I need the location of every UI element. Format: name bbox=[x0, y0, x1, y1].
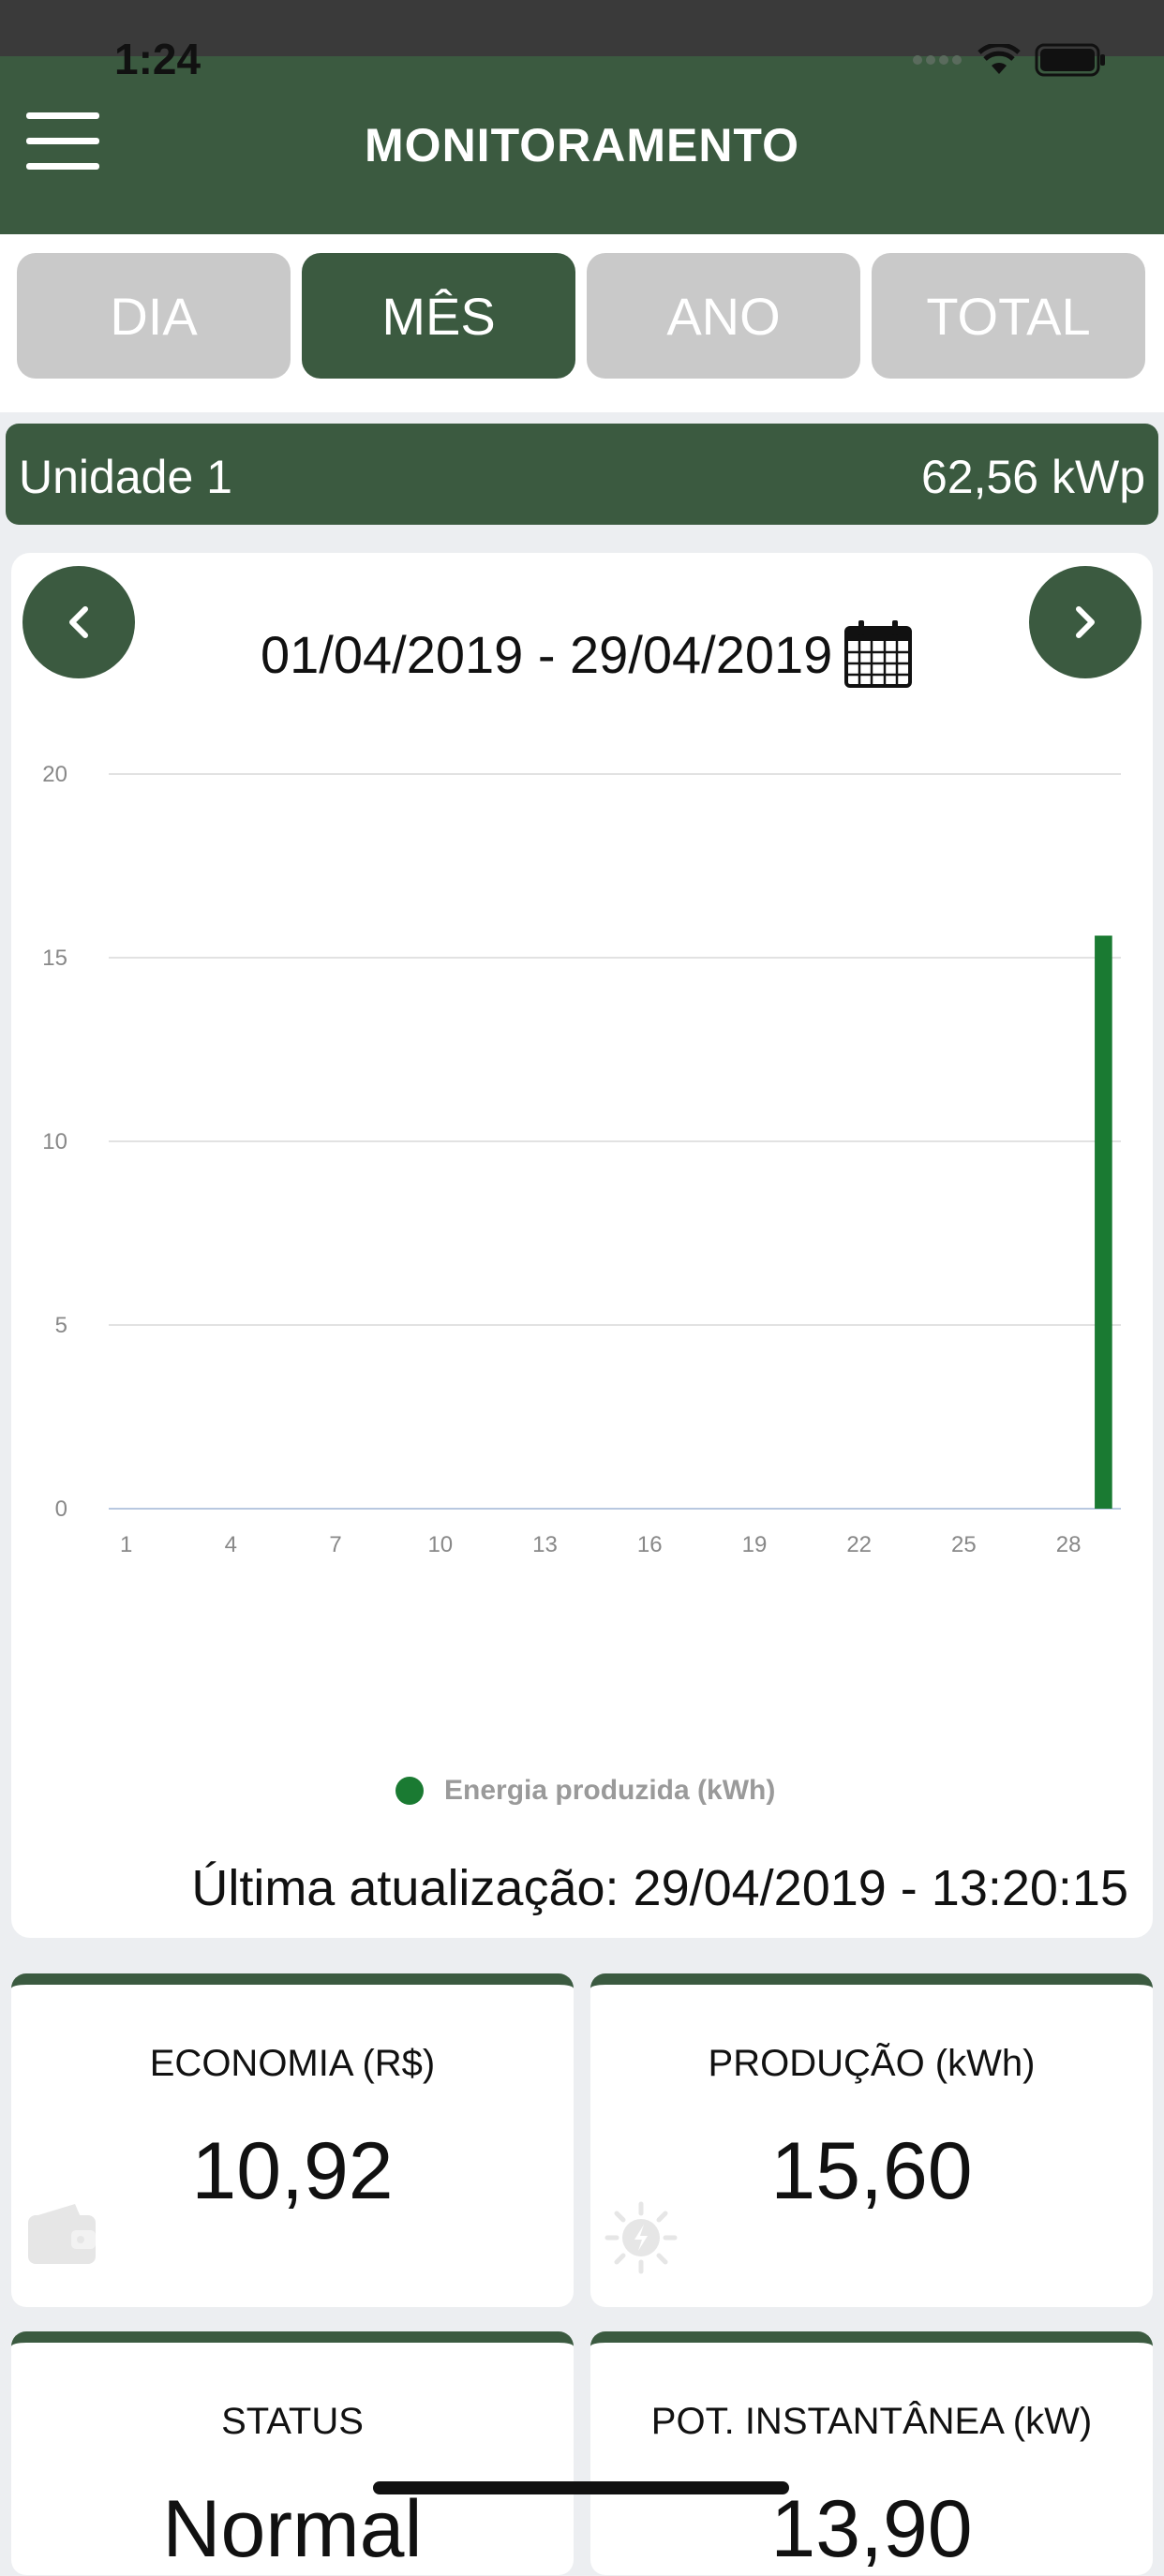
battery-icon bbox=[1035, 43, 1105, 77]
chevron-right-icon bbox=[1076, 606, 1095, 638]
x-tick-label: 19 bbox=[742, 1532, 768, 1557]
tab-ano[interactable]: ANO bbox=[587, 253, 860, 379]
tab-dia[interactable]: DIA bbox=[17, 253, 291, 379]
kpi-status: STATUS Normal bbox=[11, 2331, 574, 2575]
period-tabs: DIA MÊS ANO TOTAL bbox=[0, 234, 1164, 412]
legend-dot bbox=[395, 1777, 424, 1805]
x-tick-label: 1 bbox=[120, 1532, 132, 1557]
kpi-label: PRODUÇÃO (kWh) bbox=[708, 2043, 1036, 2084]
wifi-icon bbox=[977, 44, 1021, 74]
previous-period-button[interactable] bbox=[22, 566, 135, 678]
kpi-label: ECONOMIA (R$) bbox=[149, 2043, 436, 2084]
y-tick-label: 15 bbox=[42, 946, 67, 971]
kpi-label: STATUS bbox=[221, 2401, 364, 2442]
x-tick-label: 25 bbox=[951, 1532, 977, 1557]
last-update: Última atualização: 29/04/2019 - 13:20:1… bbox=[191, 1860, 1128, 1916]
x-tick-label: 10 bbox=[427, 1532, 453, 1557]
status-icons bbox=[911, 43, 1108, 77]
x-tick-label: 22 bbox=[846, 1532, 872, 1557]
calendar-icon[interactable] bbox=[843, 618, 913, 690]
y-tick-label: 10 bbox=[42, 1129, 67, 1154]
x-tick-label: 28 bbox=[1056, 1532, 1082, 1557]
unit-power: 62,56 kWp bbox=[920, 451, 1145, 503]
sun-bolt-icon bbox=[604, 2201, 678, 2274]
date-range: 01/04/2019 - 29/04/2019 bbox=[261, 625, 833, 684]
x-tick-label: 4 bbox=[225, 1532, 237, 1557]
y-tick-label: 20 bbox=[42, 762, 67, 787]
bar[interactable] bbox=[1095, 935, 1112, 1509]
kpi-value: Normal bbox=[162, 2484, 423, 2574]
next-period-button[interactable] bbox=[1029, 566, 1142, 678]
page-title: MONITORAMENTO bbox=[365, 119, 799, 171]
kpi-value: 13,90 bbox=[770, 2484, 973, 2574]
unit-name: Unidade 1 bbox=[19, 451, 232, 503]
kpi-producao: PRODUÇÃO (kWh) 15,60 bbox=[590, 1973, 1153, 2307]
kpi-economia: ECONOMIA (R$) 10,92 bbox=[11, 1973, 574, 2307]
y-tick-label: 0 bbox=[55, 1496, 67, 1522]
chart-legend: Energia produzida (kWh) bbox=[395, 1775, 775, 1807]
kpi-potencia-instantanea: POT. INSTANTÂNEA (kW) 13,90 bbox=[590, 2331, 1153, 2575]
x-tick-label: 13 bbox=[532, 1532, 558, 1557]
wallet-icon bbox=[28, 2204, 96, 2264]
x-tick-label: 7 bbox=[329, 1532, 341, 1557]
y-tick-label: 5 bbox=[55, 1313, 67, 1338]
unit-selector[interactable]: Unidade 1 62,56 kWp bbox=[6, 424, 1158, 525]
energy-chart: 0 5 10 15 20 1 4 7 10 13 16 19 22 25 28 bbox=[42, 762, 1121, 1557]
chevron-left-icon bbox=[69, 606, 88, 638]
tab-mes[interactable]: MÊS bbox=[302, 253, 575, 379]
kpi-label: POT. INSTANTÂNEA (kW) bbox=[650, 2401, 1093, 2442]
status-time: 1:24 bbox=[114, 35, 201, 83]
chart-card: 01/04/2019 - 29/04/2019 0 5 10 15 20 1 4 7 10 13 1… bbox=[11, 553, 1153, 1938]
home-indicator bbox=[373, 2481, 789, 2494]
x-tick-label: 16 bbox=[637, 1532, 663, 1557]
signal-icon bbox=[913, 55, 962, 65]
tab-total[interactable]: TOTAL bbox=[872, 253, 1145, 379]
legend-label: Energia produzida (kWh) bbox=[444, 1775, 776, 1806]
